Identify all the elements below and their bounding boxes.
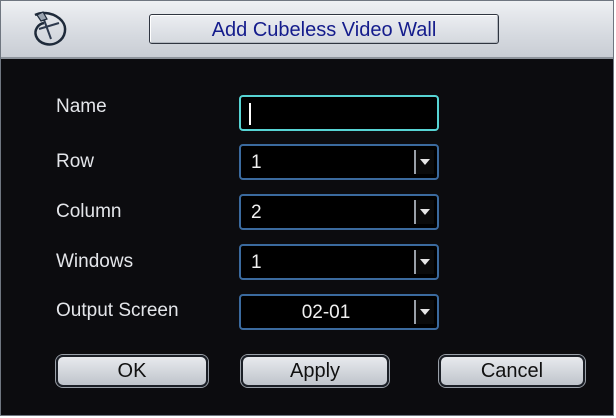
- row-select[interactable]: 1: [239, 144, 439, 180]
- text-cursor: [249, 103, 251, 125]
- name-input[interactable]: [239, 95, 439, 131]
- title-bar: Add Cubeless Video Wall: [1, 1, 613, 59]
- chevron-down-icon[interactable]: [414, 300, 434, 324]
- windows-label: Windows: [56, 251, 134, 272]
- windows-select-value: 1: [251, 252, 262, 273]
- row-label: Row: [56, 151, 95, 172]
- dialog-title: Add Cubeless Video Wall: [149, 14, 499, 44]
- column-select[interactable]: 2: [239, 194, 439, 230]
- chevron-down-icon[interactable]: [414, 250, 434, 274]
- output-screen-value: 02-01: [301, 302, 351, 323]
- column-select-value: 2: [251, 202, 262, 223]
- cancel-button[interactable]: Cancel: [439, 355, 585, 387]
- dahua-logo-icon: [34, 11, 67, 46]
- column-label: Column: [56, 201, 122, 222]
- apply-button[interactable]: Apply: [241, 355, 389, 387]
- output-screen-select[interactable]: 02-01: [239, 294, 439, 330]
- row-select-value: 1: [251, 152, 262, 173]
- windows-select[interactable]: 1: [239, 244, 439, 280]
- chevron-down-icon[interactable]: [414, 150, 434, 174]
- ok-button[interactable]: OK: [56, 355, 208, 387]
- name-label: Name: [56, 96, 107, 117]
- chevron-down-icon[interactable]: [414, 200, 434, 224]
- add-cubeless-video-wall-dialog: Add Cubeless Video Wall Name Row 1 Colum…: [0, 0, 614, 416]
- output-screen-label: Output Screen: [56, 300, 179, 321]
